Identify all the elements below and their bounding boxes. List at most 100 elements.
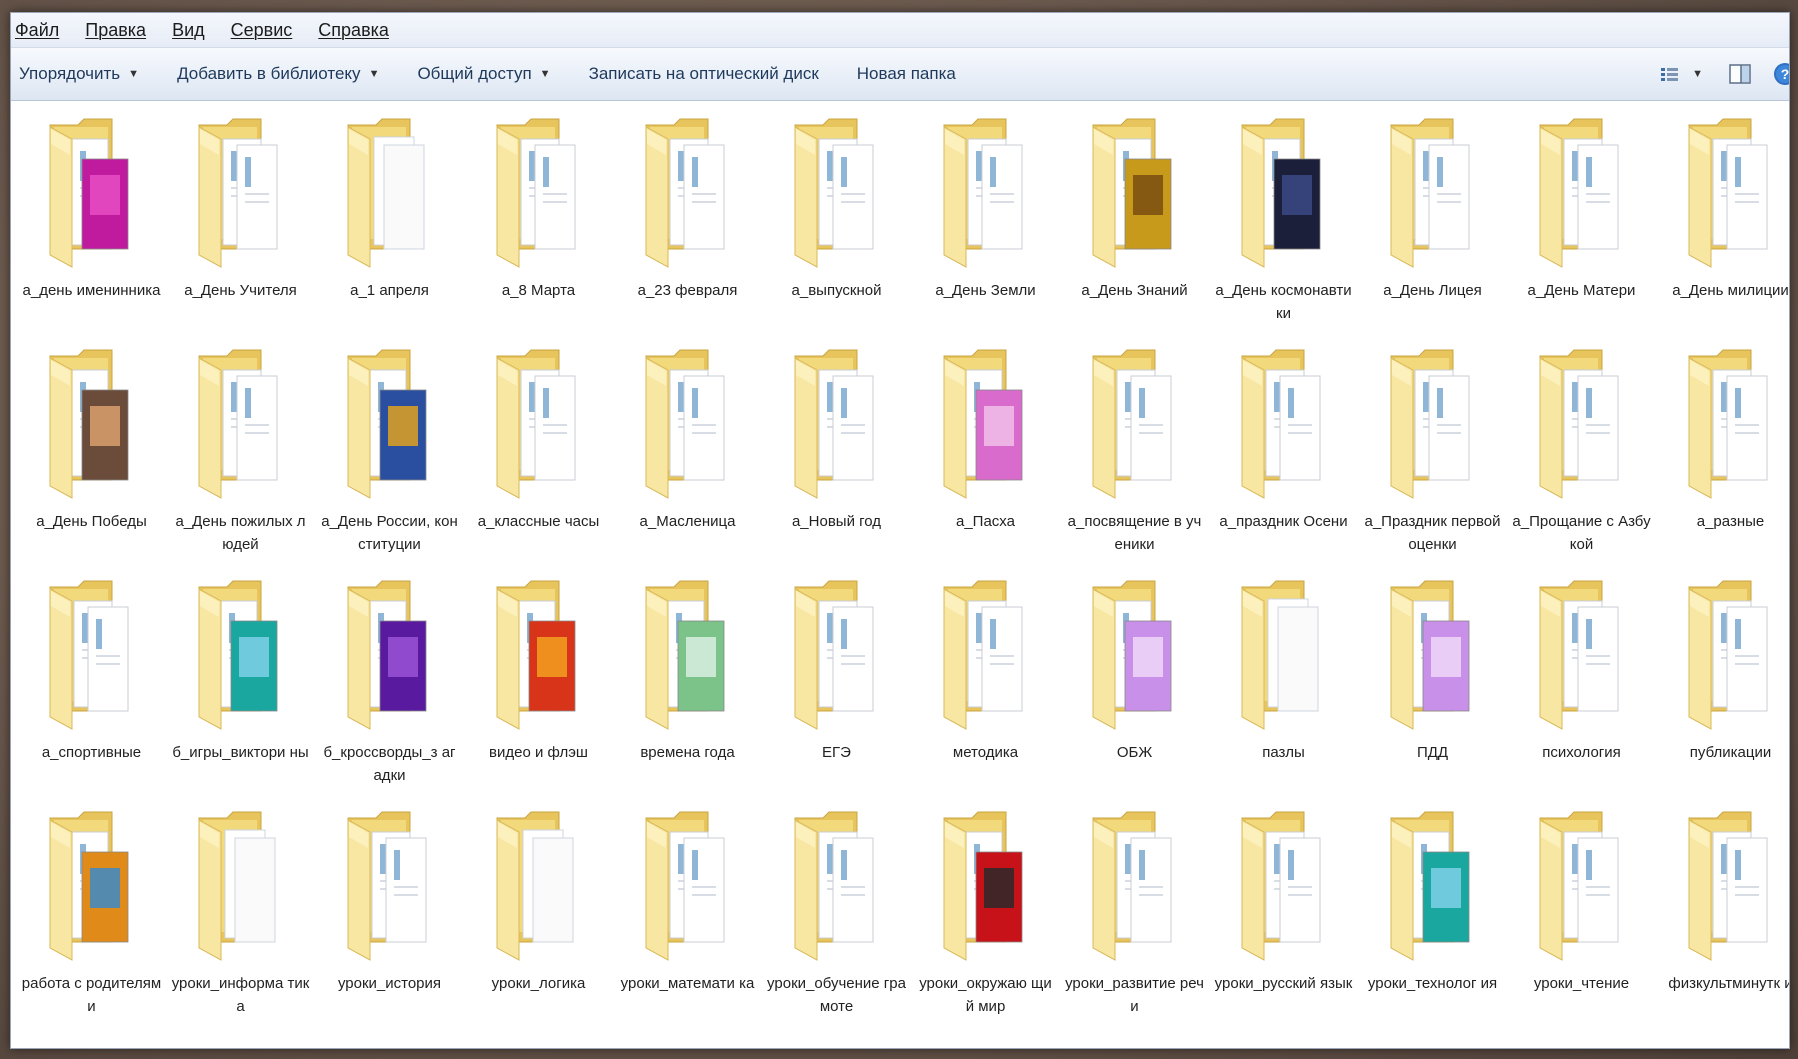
folder-item[interactable]: а_спортивные — [17, 577, 166, 808]
folder-icon — [1085, 115, 1185, 275]
folder-icon — [42, 346, 142, 506]
folder-item[interactable]: а_Масленица — [613, 346, 762, 577]
folder-item[interactable]: а_День космонавтики — [1209, 115, 1358, 346]
folder-item[interactable]: ПДД — [1358, 577, 1507, 808]
folder-item[interactable]: а_23 февраля — [613, 115, 762, 346]
folder-name: уроки_развитие речи — [1065, 975, 1204, 1015]
folder-item[interactable]: а_День Победы — [17, 346, 166, 577]
folder-item[interactable]: а_Праздник первой оценки — [1358, 346, 1507, 577]
new-folder-button[interactable]: Новая папка — [857, 64, 956, 84]
folder-item[interactable]: пазлы — [1209, 577, 1358, 808]
folder-icon — [1681, 346, 1781, 506]
folder-item[interactable]: видео и флэш — [464, 577, 613, 808]
folder-item[interactable]: времена года — [613, 577, 762, 808]
folder-icon — [1234, 808, 1334, 968]
folder-item[interactable]: уроки_окружаю щий мир — [911, 808, 1060, 1039]
folder-icon — [489, 115, 589, 275]
folder-icon — [1085, 577, 1185, 737]
folder-item[interactable]: уроки_развитие речи — [1060, 808, 1209, 1039]
folder-name: а_день именинника — [22, 282, 161, 299]
folder-item[interactable]: а_День Матери — [1507, 115, 1656, 346]
folder-name: видео и флэш — [489, 744, 588, 761]
folder-item[interactable]: уроки_математи ка — [613, 808, 762, 1039]
folder-name: уроки_обучение грамоте — [767, 975, 906, 1015]
folder-name: уроки_русский язык — [1214, 975, 1353, 992]
folder-item[interactable]: уроки_логика — [464, 808, 613, 1039]
folder-item[interactable]: уроки_технолог ия — [1358, 808, 1507, 1039]
folder-name: а_Прощание с Азбукой — [1512, 513, 1651, 553]
file-view: а_день именинника а_День Учителя а_1 апр… — [11, 101, 1789, 1048]
folder-item[interactable]: а_День Учителя — [166, 115, 315, 346]
folder-name: а_День Матери — [1527, 282, 1636, 299]
explorer-window: Файл Правка Вид Сервис Справка Упорядочи… — [10, 12, 1790, 1049]
menu-edit[interactable]: Правка — [83, 18, 148, 43]
folder-item[interactable]: а_разные — [1656, 346, 1789, 577]
organize-label: Упорядочить — [19, 64, 121, 83]
view-controls: ▼ ? — [1646, 48, 1789, 100]
folder-item[interactable]: а_8 Марта — [464, 115, 613, 346]
folder-item[interactable]: а_Новый год — [762, 346, 911, 577]
folder-item[interactable]: уроки_история — [315, 808, 464, 1039]
folder-item[interactable]: работа с родителями — [17, 808, 166, 1039]
folder-item[interactable]: а_День Лицея — [1358, 115, 1507, 346]
folder-icon — [1234, 115, 1334, 275]
folder-icon — [191, 577, 291, 737]
folder-item[interactable]: а_1 апреля — [315, 115, 464, 346]
folder-name: работа с родителями — [21, 975, 162, 1015]
folder-item[interactable]: ОБЖ — [1060, 577, 1209, 808]
folder-name: а_Масленица — [639, 513, 736, 530]
folder-name: а_День пожилых людей — [175, 513, 306, 553]
folder-item[interactable]: а_классные часы — [464, 346, 613, 577]
help-button[interactable]: ? — [1773, 62, 1789, 86]
folder-item[interactable]: а_День милиции — [1656, 115, 1789, 346]
folder-item[interactable]: ЕГЭ — [762, 577, 911, 808]
folder-name: а_День Победы — [36, 513, 147, 530]
folder-item[interactable]: уроки_обучение грамоте — [762, 808, 911, 1039]
folder-name: а_классные часы — [477, 513, 600, 530]
folder-icon — [1532, 346, 1632, 506]
folder-icon — [936, 346, 1036, 506]
folder-name: публикации — [1689, 744, 1772, 761]
add-to-library-button[interactable]: Добавить в библиотеку ▼ — [177, 64, 379, 84]
burn-disc-button[interactable]: Записать на оптический диск — [589, 64, 819, 84]
folder-item[interactable]: б_кроссворды_з агадки — [315, 577, 464, 808]
folder-item[interactable]: уроки_русский язык — [1209, 808, 1358, 1039]
folder-item[interactable]: методика — [911, 577, 1060, 808]
folder-item[interactable]: психология — [1507, 577, 1656, 808]
folder-icon — [489, 346, 589, 506]
folder-item[interactable]: а_День Знаний — [1060, 115, 1209, 346]
menu-file[interactable]: Файл — [13, 18, 61, 43]
folder-item[interactable]: а_День пожилых людей — [166, 346, 315, 577]
folder-name: а_8 Марта — [501, 282, 576, 299]
folder-item[interactable]: а_День России, конституции — [315, 346, 464, 577]
folder-item[interactable]: а_День Земли — [911, 115, 1060, 346]
folder-name: а_Пасха — [956, 513, 1015, 530]
folder-icon — [340, 346, 440, 506]
folder-item[interactable]: физкультминутк и — [1656, 808, 1789, 1039]
folder-icon — [787, 115, 887, 275]
command-bar: Упорядочить ▼ Добавить в библиотеку ▼ Об… — [11, 48, 1789, 101]
preview-pane-button[interactable] — [1729, 64, 1751, 84]
folder-name: уроки_информа тика — [171, 975, 310, 1015]
folder-item[interactable]: а_посвящение в ученики — [1060, 346, 1209, 577]
folder-item[interactable]: а_праздник Осени — [1209, 346, 1358, 577]
folder-item[interactable]: уроки_информа тика — [166, 808, 315, 1039]
folder-name: психология — [1542, 744, 1621, 761]
folder-name: уроки_окружаю щий мир — [919, 975, 1052, 1015]
folder-item[interactable]: а_Пасха — [911, 346, 1060, 577]
folder-icon — [489, 577, 589, 737]
menu-help[interactable]: Справка — [316, 18, 391, 43]
folder-item[interactable]: б_игры_виктори ны — [166, 577, 315, 808]
folder-item[interactable]: а_выпускной — [762, 115, 911, 346]
view-options-button[interactable]: ▼ — [1660, 66, 1703, 82]
menu-tools[interactable]: Сервис — [229, 18, 295, 43]
folder-item[interactable]: публикации — [1656, 577, 1789, 808]
organize-button[interactable]: Упорядочить ▼ — [19, 64, 139, 84]
folder-item[interactable]: уроки_чтение — [1507, 808, 1656, 1039]
folder-item[interactable]: а_Прощание с Азбукой — [1507, 346, 1656, 577]
folder-icon — [936, 808, 1036, 968]
menu-view[interactable]: Вид — [170, 18, 207, 43]
share-button[interactable]: Общий доступ ▼ — [417, 64, 550, 84]
folder-name: а_Праздник первой оценки — [1364, 513, 1501, 553]
folder-item[interactable]: а_день именинника — [17, 115, 166, 346]
